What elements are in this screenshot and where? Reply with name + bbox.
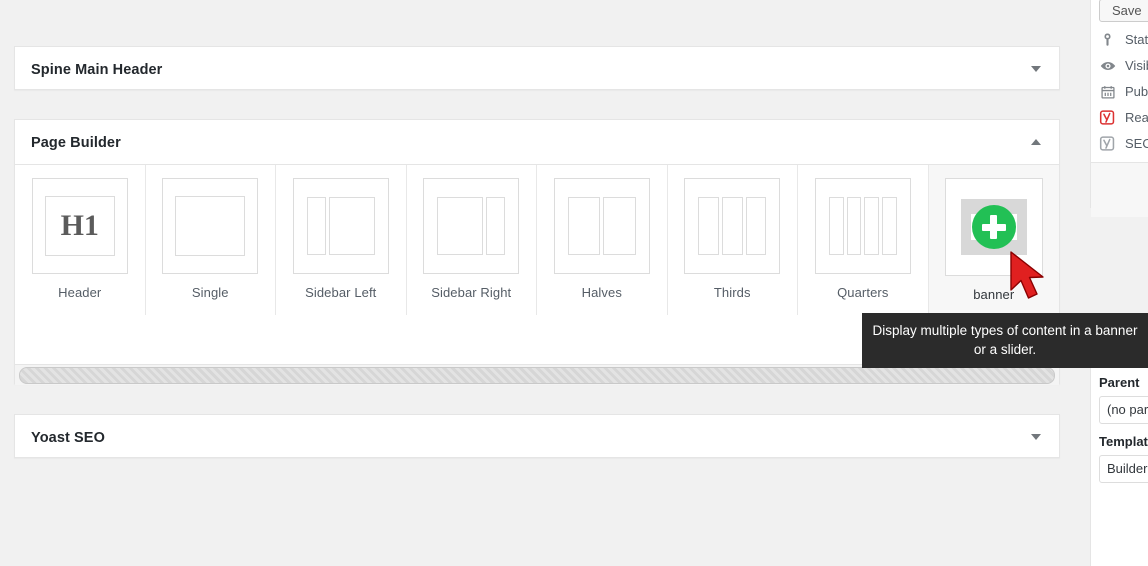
- panel-yoast-seo[interactable]: Yoast SEO: [14, 414, 1060, 458]
- tile-label: Thirds: [713, 285, 751, 300]
- tile-art-sidebar-left: [292, 178, 389, 274]
- publish-row-seo[interactable]: SEO: [1091, 126, 1148, 152]
- template-label: Template: [1099, 434, 1148, 449]
- chevron-down-icon[interactable]: [1025, 47, 1047, 91]
- panel-header-spine[interactable]: Spine Main Header: [15, 47, 1059, 91]
- eye-icon: [1099, 57, 1116, 74]
- publish-row-label: Readability: [1125, 110, 1148, 125]
- parent-label: Parent: [1099, 375, 1140, 390]
- tile-thirds[interactable]: Thirds: [667, 165, 798, 315]
- quarters-shape: [828, 197, 897, 255]
- tile-label: Single: [191, 285, 229, 300]
- pin-icon: [1099, 31, 1116, 48]
- panel-header-page-builder[interactable]: Page Builder: [15, 120, 1059, 164]
- panel-title-spine: Spine Main Header: [31, 62, 163, 78]
- tile-label: Quarters: [837, 285, 889, 300]
- sidebar-left-shape: [306, 197, 375, 255]
- main-column: Spine Main Header Page Builder H1 Header: [0, 0, 1074, 566]
- halves-shape: [567, 197, 636, 255]
- tile-sidebar-left[interactable]: Sidebar Left: [276, 165, 407, 315]
- template-select[interactable]: Builder: [1099, 455, 1148, 483]
- parent-select[interactable]: (no parent): [1099, 396, 1148, 424]
- publish-row-label: Status: [1125, 32, 1148, 47]
- tile-banner[interactable]: banner: [928, 165, 1059, 315]
- tile-single[interactable]: Single: [145, 165, 276, 315]
- tile-header[interactable]: H1 Header: [15, 165, 146, 315]
- panel-header-yoast-seo[interactable]: Yoast SEO: [15, 415, 1059, 459]
- tile-quarters[interactable]: Quarters: [798, 165, 929, 315]
- save-button[interactable]: Save: [1099, 0, 1148, 22]
- tile-art-thirds: [684, 178, 781, 274]
- scrollbar-thumb[interactable]: [19, 366, 1055, 384]
- tile-art-single: [162, 178, 259, 274]
- panel-title-yoast-seo: Yoast SEO: [31, 430, 105, 446]
- single-column-shape: [175, 196, 246, 256]
- tile-art-quarters: [814, 178, 911, 274]
- plus-circle-icon: [971, 205, 1016, 249]
- tooltip-banner-description: Display multiple types of content in a b…: [862, 313, 1148, 368]
- tile-label: Header: [58, 285, 102, 300]
- panel-spine-main-header[interactable]: Spine Main Header: [14, 46, 1060, 90]
- calendar-icon: [1099, 83, 1116, 100]
- publish-row-visibility[interactable]: Visibility: [1091, 48, 1148, 74]
- publish-row-label: Publish: [1125, 84, 1148, 99]
- sidebar-right-shape: [437, 197, 506, 255]
- publish-row-label: Visibility: [1125, 58, 1148, 73]
- tile-label: Halves: [581, 285, 622, 300]
- tile-label: Sidebar Left: [305, 285, 377, 300]
- tile-label: Sidebar Right: [431, 285, 512, 300]
- right-sidebar: Save Status Visibility: [1090, 0, 1148, 566]
- publish-box: Save Status Visibility: [1090, 0, 1148, 217]
- tile-art-header: H1: [31, 178, 128, 274]
- h1-glyph: H1: [44, 196, 115, 256]
- publish-row-readability[interactable]: Readability: [1091, 100, 1148, 126]
- panel-title-page-builder: Page Builder: [31, 135, 121, 151]
- publish-box-footer: [1091, 162, 1148, 217]
- publish-row-label: SEO: [1125, 136, 1148, 151]
- layout-tile-strip: H1 Header Single Sidebar Left Sidebar Ri…: [15, 165, 1059, 315]
- thirds-shape: [698, 197, 767, 255]
- publish-row-status[interactable]: Status: [1091, 22, 1148, 48]
- tile-art-halves: [553, 178, 650, 274]
- tile-art-banner: [944, 178, 1043, 276]
- chevron-down-icon[interactable]: [1025, 415, 1047, 459]
- publish-row-publish[interactable]: Publish: [1091, 74, 1148, 100]
- tile-label: banner: [973, 287, 1015, 302]
- page-attributes-box: Parent (no parent) Template Builder: [1090, 352, 1148, 566]
- yoast-icon-red: [1099, 109, 1116, 126]
- tile-halves[interactable]: Halves: [537, 165, 668, 315]
- tile-sidebar-right[interactable]: Sidebar Right: [406, 165, 537, 315]
- tile-art-sidebar-right: [423, 178, 520, 274]
- chevron-up-icon[interactable]: [1025, 120, 1047, 164]
- yoast-icon-gray: [1099, 135, 1116, 152]
